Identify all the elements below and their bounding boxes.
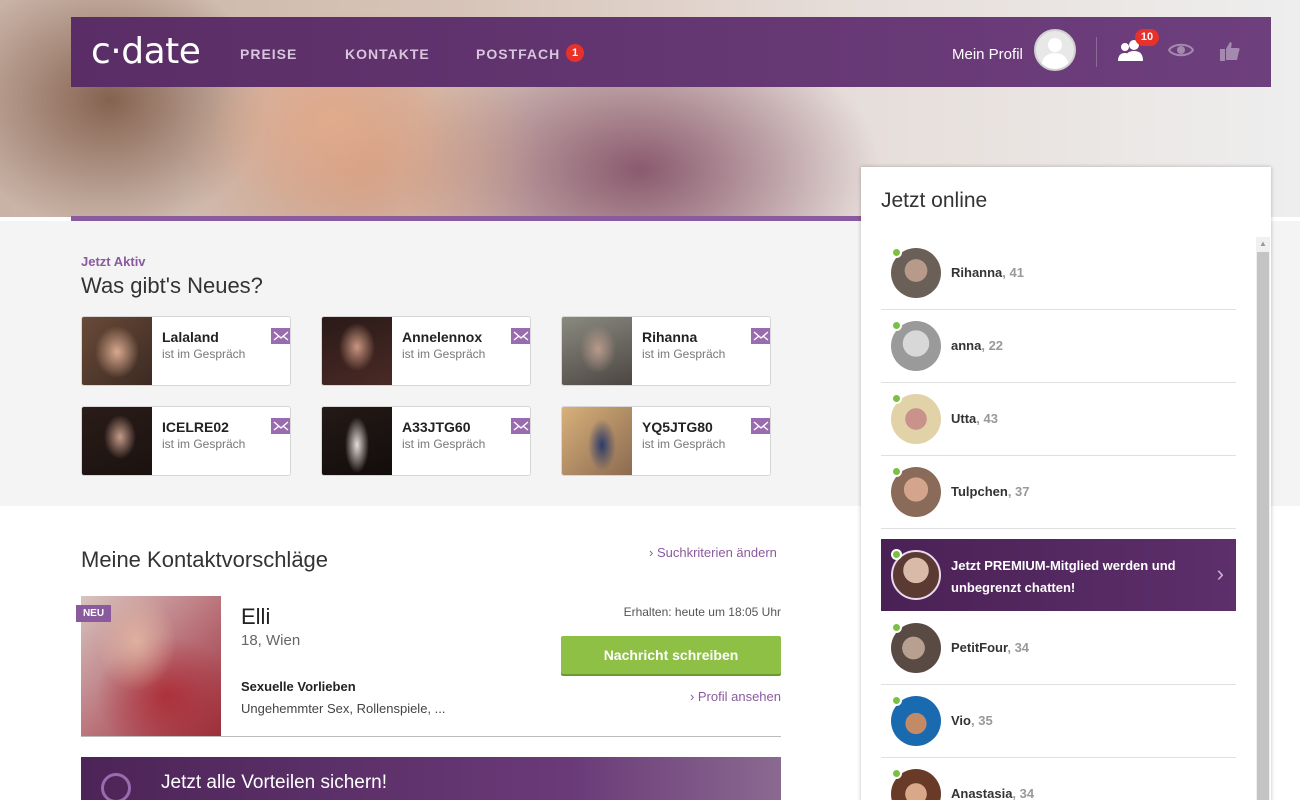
postfach-badge: 1	[566, 44, 584, 62]
card-name: Lalaland	[162, 329, 219, 345]
premium-upsell-row[interactable]: Jetzt PREMIUM-Mitglied werden und unbegr…	[881, 539, 1236, 611]
card-status: ist im Gespräch	[402, 347, 486, 361]
premium-star-icon	[101, 773, 131, 800]
online-user-row[interactable]: Rihanna, 41	[881, 237, 1236, 310]
divider	[81, 736, 781, 737]
scrollbar-thumb[interactable]	[1257, 252, 1269, 800]
activity-title: Was gibt's Neues?	[81, 273, 263, 298]
card-name: ICELRE02	[162, 419, 229, 435]
online-user-row[interactable]: anna, 22	[881, 310, 1236, 383]
activity-card[interactable]: YQ5JTG80 ist im Gespräch	[561, 406, 771, 476]
mail-icon[interactable]	[751, 328, 770, 344]
cdate-logo[interactable]: c·date	[91, 31, 201, 72]
received-timestamp: Erhalten: heute um 18:05 Uhr	[623, 605, 781, 619]
card-status: ist im Gespräch	[162, 437, 246, 451]
card-name: YQ5JTG80	[642, 419, 713, 435]
card-name: A33JTG60	[402, 419, 471, 435]
preferences-value: Ungehemmter Sex, Rollenspiele, ...	[241, 701, 446, 716]
online-status-dot	[891, 393, 902, 404]
card-photo	[322, 317, 392, 385]
contacts-badge: 10	[1135, 29, 1159, 46]
card-status: ist im Gespräch	[162, 347, 246, 361]
online-user-row[interactable]: Anastasia, 34	[881, 758, 1236, 800]
online-user-name: Vio, 35	[951, 713, 993, 728]
online-user-name: Anastasia, 34	[951, 786, 1035, 800]
nav-postfach[interactable]: POSTFACH	[476, 46, 560, 62]
online-status-dot	[891, 320, 902, 331]
activity-card[interactable]: ICELRE02 ist im Gespräch	[81, 406, 291, 476]
online-user-age: , 22	[981, 338, 1004, 353]
online-status-dot	[891, 695, 902, 706]
online-title: Jetzt online	[881, 189, 988, 212]
new-badge: NEU	[76, 605, 111, 622]
card-photo	[562, 407, 632, 475]
nav-divider	[1096, 37, 1097, 67]
online-user-name: anna, 22	[951, 338, 1004, 353]
top-navigation-bar: c·date PREISE KONTAKTE POSTFACH 1 Mein P…	[71, 17, 1271, 87]
online-user-name: Utta, 43	[951, 411, 998, 426]
online-user-age: , 43	[976, 411, 998, 426]
online-user-age: , 34	[1007, 640, 1030, 655]
online-user-name: Tulpchen, 37	[951, 484, 1030, 499]
promo-text: Jetzt alle Vorteilen sichern!	[161, 772, 388, 793]
mail-icon[interactable]	[271, 328, 290, 344]
online-user-age: , 34	[1012, 786, 1035, 800]
online-user-age: , 41	[1002, 265, 1024, 280]
online-user-row[interactable]: Utta, 43	[881, 383, 1236, 456]
thumbs-up-icon[interactable]	[1219, 40, 1241, 62]
online-status-dot	[891, 247, 902, 258]
activity-card[interactable]: Rihanna ist im Gespräch	[561, 316, 771, 386]
online-user-age: , 37	[1007, 484, 1030, 499]
suggestion-name[interactable]: Elli	[241, 604, 270, 630]
eye-icon[interactable]	[1167, 41, 1195, 59]
card-photo	[82, 407, 152, 475]
scroll-up-icon[interactable]: ▲	[1256, 237, 1270, 251]
suggestions-title: Meine Kontaktvorschläge	[81, 547, 329, 572]
user-silhouette-icon	[1041, 38, 1069, 69]
my-profile-link[interactable]: Mein Profil	[952, 46, 1023, 63]
activity-kicker: Jetzt Aktiv	[81, 254, 146, 269]
write-message-button[interactable]: Nachricht schreiben	[561, 636, 781, 674]
mail-icon[interactable]	[511, 328, 530, 344]
online-user-row[interactable]: Tulpchen, 37	[881, 456, 1236, 529]
change-criteria-link[interactable]: › Suchkriterien ändern	[649, 545, 777, 560]
premium-upsell-text: Jetzt PREMIUM-Mitglied werden und unbegr…	[951, 558, 1176, 595]
online-user-row[interactable]: PetitFour, 34	[881, 612, 1236, 685]
card-name: Annelennox	[402, 329, 483, 345]
card-name: Rihanna	[642, 329, 698, 345]
online-user-name: Rihanna, 41	[951, 265, 1024, 280]
online-status-dot	[891, 622, 902, 633]
nav-kontakte[interactable]: KONTAKTE	[345, 46, 430, 62]
card-photo	[322, 407, 392, 475]
online-status-dot	[891, 768, 902, 779]
view-profile-link[interactable]: › Profil ansehen	[690, 689, 781, 704]
mail-icon[interactable]	[511, 418, 530, 434]
activity-card[interactable]: Lalaland ist im Gespräch	[81, 316, 291, 386]
activity-card[interactable]: Annelennox ist im Gespräch	[321, 316, 531, 386]
chevron-right-icon: ›	[1216, 561, 1224, 586]
mail-icon[interactable]	[271, 418, 290, 434]
online-user-age: , 35	[971, 713, 993, 728]
avatar[interactable]	[1034, 29, 1076, 71]
card-status: ist im Gespräch	[642, 437, 726, 451]
activity-card[interactable]: A33JTG60 ist im Gespräch	[321, 406, 531, 476]
preferences-label: Sexuelle Vorlieben	[241, 679, 356, 694]
nav-preise[interactable]: PREISE	[240, 46, 297, 62]
mail-icon[interactable]	[751, 418, 770, 434]
card-status: ist im Gespräch	[642, 347, 726, 361]
online-user-name: PetitFour, 34	[951, 640, 1030, 655]
online-status-dot	[891, 466, 902, 477]
card-photo	[562, 317, 632, 385]
card-photo	[82, 317, 152, 385]
suggestion-age-city: 18, Wien	[241, 632, 301, 649]
online-status-dot	[891, 549, 902, 560]
online-user-row[interactable]: Vio, 35	[881, 685, 1236, 758]
card-status: ist im Gespräch	[402, 437, 486, 451]
